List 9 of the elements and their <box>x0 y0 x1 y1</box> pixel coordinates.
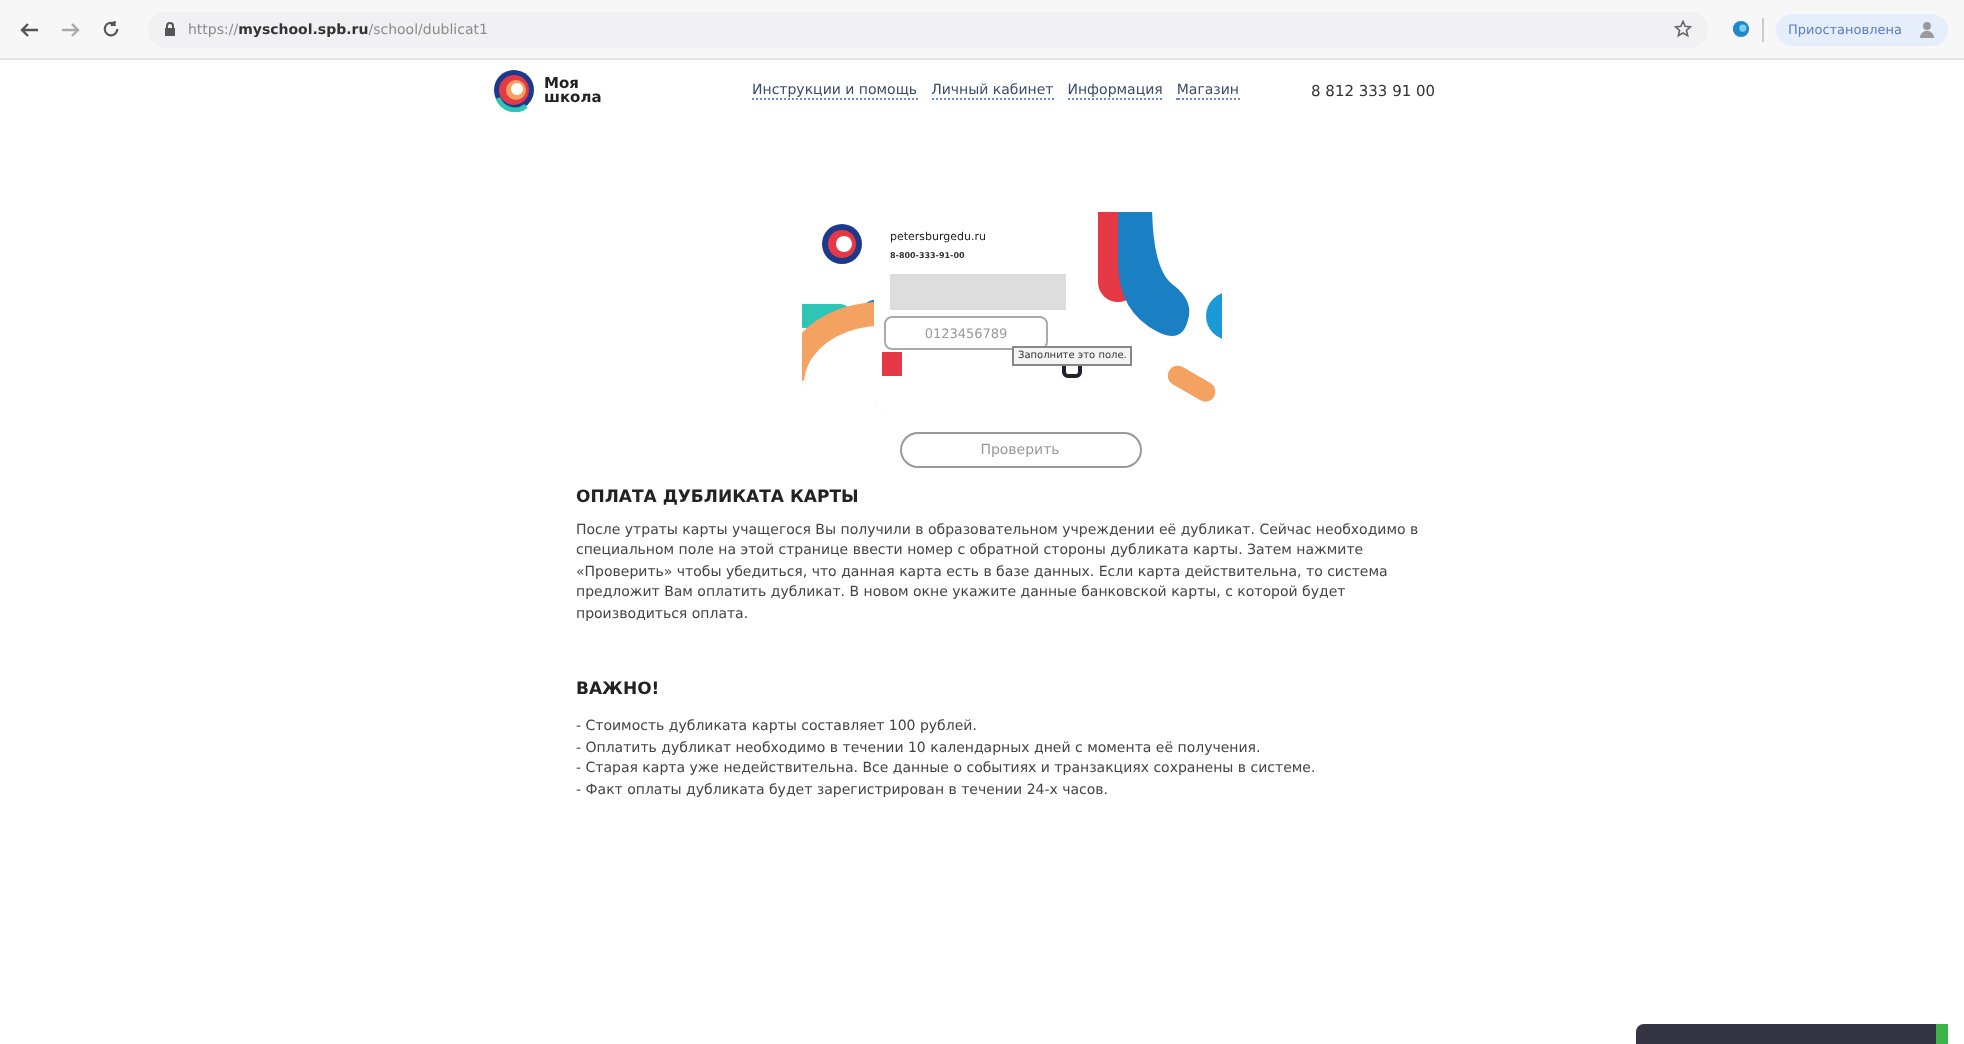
logo-icon <box>492 68 536 112</box>
section-title: ОПЛАТА ДУБЛИКАТА КАРТЫ <box>576 488 861 508</box>
important-title: ВАЖНО! <box>576 680 662 701</box>
chat-widget[interactable] <box>1636 1024 1948 1044</box>
avatar-icon <box>1918 20 1936 38</box>
back-icon[interactable] <box>16 21 44 37</box>
star-icon[interactable] <box>1673 20 1692 38</box>
lock-icon <box>164 22 176 36</box>
extension-icon[interactable] <box>1731 20 1750 38</box>
